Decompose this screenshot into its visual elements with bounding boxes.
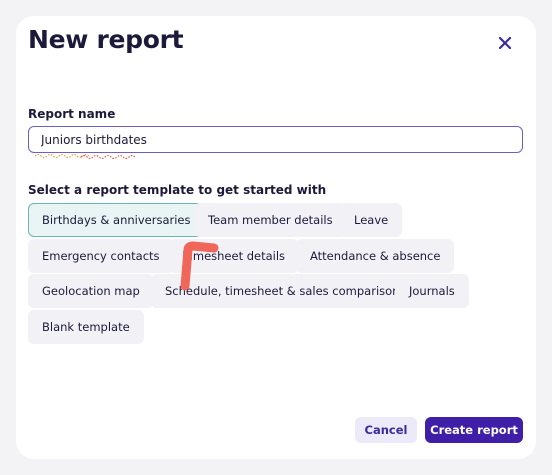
template-geolocation-map[interactable]: Geolocation map bbox=[28, 274, 154, 308]
spellcheck-underline bbox=[35, 153, 135, 160]
template-leave[interactable]: Leave bbox=[340, 203, 403, 237]
report-name-label: Report name bbox=[28, 107, 116, 121]
report-name-input[interactable] bbox=[28, 126, 523, 153]
cancel-button[interactable]: Cancel bbox=[355, 417, 417, 443]
template-blank[interactable]: Blank template bbox=[28, 310, 144, 344]
template-section-label: Select a report template to get started … bbox=[28, 183, 327, 197]
template-emergency-contacts[interactable]: Emergency contacts bbox=[28, 239, 174, 273]
template-attendance-absence[interactable]: Attendance & absence bbox=[296, 239, 455, 273]
template-schedule-timesheet-sales[interactable]: Schedule, timesheet & sales comparison bbox=[151, 274, 414, 308]
new-report-modal: New report Report name Select a report t… bbox=[16, 16, 536, 459]
template-birthdays-anniversaries[interactable]: Birthdays & anniversaries bbox=[28, 203, 205, 237]
template-team-member-details[interactable]: Team member details bbox=[194, 203, 347, 237]
close-icon bbox=[498, 36, 512, 50]
template-timesheet-details[interactable]: Timesheet details bbox=[169, 239, 300, 273]
create-report-button[interactable]: Create report bbox=[425, 417, 523, 443]
template-journals[interactable]: Journals bbox=[395, 274, 469, 308]
modal-title: New report bbox=[28, 25, 184, 54]
close-button[interactable] bbox=[494, 32, 516, 54]
